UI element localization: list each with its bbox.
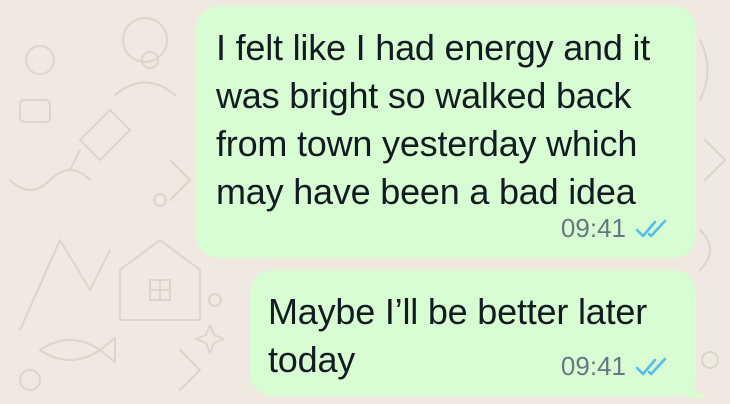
message-time: 09:41 [560, 213, 626, 243]
message-bubble-outgoing[interactable]: I felt like I had energy and it was brig… [196, 6, 696, 258]
double-check-read-icon [635, 357, 667, 375]
message-time: 09:41 [560, 351, 626, 381]
message-meta: 09:41 [561, 351, 670, 382]
bubble-tail [686, 372, 708, 398]
message-text: I felt like I had energy and it was brig… [216, 27, 651, 212]
message-bubble-outgoing[interactable]: Maybe I’ll be better later today 09:41 [250, 270, 696, 396]
double-check-read-icon [635, 219, 667, 237]
message-meta: 09:41 [561, 213, 670, 244]
